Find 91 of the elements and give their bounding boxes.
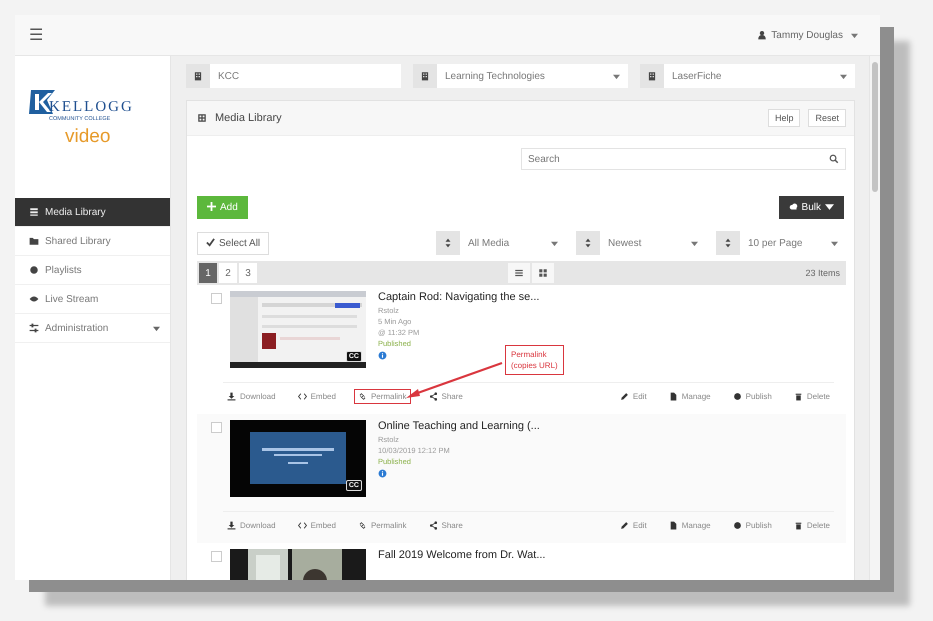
check-icon (206, 238, 215, 246)
select-all-button[interactable]: Select All (197, 232, 270, 254)
building-icon (420, 71, 430, 81)
filter-field[interactable]: KCC (210, 64, 401, 88)
edit-link[interactable]: Edit (616, 389, 651, 404)
caret-icon (851, 32, 858, 38)
download-icon (227, 521, 236, 530)
table-icon (197, 113, 207, 123)
building-icon (647, 71, 657, 81)
download-link[interactable]: Download (223, 389, 280, 404)
code-icon (298, 392, 307, 401)
share-icon (428, 521, 438, 530)
media-title[interactable]: Captain Rod: Navigating the se... (378, 291, 540, 303)
publish-link[interactable]: Publish (728, 389, 776, 404)
code-icon (298, 521, 307, 530)
sidebar-item[interactable]: Media Library (15, 198, 170, 227)
page-button[interactable]: 2 (219, 263, 237, 283)
download-icon (227, 392, 236, 401)
filter-dropdown[interactable]: LaserFiche (664, 64, 855, 88)
delete-link[interactable]: Delete (790, 389, 834, 404)
edit-link[interactable]: Edit (616, 518, 651, 533)
item-count: 23 Items (806, 268, 842, 278)
sort-icon (443, 238, 453, 248)
publish-link[interactable]: Publish (728, 518, 776, 533)
delete-link[interactable]: Delete (790, 518, 834, 533)
panel-title: Media Library (215, 112, 282, 124)
sidebar-item[interactable]: Administration (15, 314, 170, 343)
building-icon (193, 71, 203, 81)
bulk-button[interactable]: Bulk (778, 196, 844, 219)
permalink-link[interactable]: Permalink (354, 518, 411, 533)
trash-icon (794, 392, 803, 401)
sort-icon (583, 238, 593, 248)
share-icon (428, 392, 438, 401)
help-button[interactable]: Help (768, 109, 800, 127)
plus-icon (207, 202, 216, 211)
caret-icon (831, 240, 838, 246)
search-icon (829, 154, 839, 164)
grid-view-button[interactable] (532, 263, 554, 283)
filter-dropdown[interactable]: Learning Technologies (437, 64, 628, 88)
logo-wordmark: KELLOGG (49, 99, 134, 116)
caret-icon (153, 324, 160, 332)
manage-link[interactable]: Manage (664, 518, 715, 533)
trash-icon (794, 521, 803, 530)
sidebar-item[interactable]: Shared Library (15, 227, 170, 256)
reset-button[interactable]: Reset (808, 109, 846, 127)
logo-product: video (65, 126, 112, 148)
info-icon[interactable] (378, 351, 387, 360)
pencil-icon (620, 392, 629, 401)
list-icon (514, 268, 524, 278)
sidebar-item[interactable]: Live Stream (15, 285, 170, 314)
link-icon (358, 521, 367, 530)
permalink-link[interactable]: Permalink (354, 389, 411, 404)
share-link[interactable]: Share (424, 389, 467, 404)
sliders-icon (29, 323, 39, 333)
caret-icon (691, 240, 698, 246)
callout-note: Permalink (copies URL) (505, 345, 564, 375)
add-button[interactable]: Add (197, 196, 248, 219)
manage-link[interactable]: Manage (664, 389, 715, 404)
list-icon (29, 207, 39, 217)
scrollbar[interactable] (869, 56, 880, 580)
media-title[interactable]: Fall 2019 Welcome from Dr. Wat... (378, 549, 546, 561)
link-icon (358, 392, 367, 401)
checkbox[interactable] (211, 293, 222, 304)
folder-icon (29, 236, 39, 246)
checkbox[interactable] (211, 551, 222, 562)
page-button[interactable]: 1 (199, 263, 217, 283)
list-view-button[interactable] (508, 263, 530, 283)
document-icon (668, 521, 678, 530)
info-icon[interactable] (378, 469, 387, 478)
menu-button[interactable]: ☰ (29, 25, 43, 45)
eye-icon (29, 294, 39, 304)
embed-link[interactable]: Embed (294, 518, 340, 533)
pencil-icon (620, 521, 629, 530)
caret-icon (613, 72, 620, 80)
download-link[interactable]: Download (223, 518, 280, 533)
person-icon (757, 30, 768, 40)
sort-icon (723, 238, 733, 248)
cloud-icon (788, 202, 798, 211)
media-title[interactable]: Online Teaching and Learning (... (378, 420, 540, 432)
grid-icon (538, 268, 548, 278)
caret-icon (840, 72, 847, 80)
share-link[interactable]: Share (424, 518, 467, 533)
page-button[interactable]: 3 (239, 263, 257, 283)
embed-link[interactable]: Embed (294, 389, 340, 404)
document-icon (668, 392, 678, 401)
checkbox[interactable] (211, 422, 222, 433)
user-menu[interactable]: Tammy Douglas (757, 30, 858, 40)
sidebar-item[interactable]: Playlists (15, 256, 170, 285)
caret-icon (551, 240, 558, 246)
caret-icon (825, 202, 834, 211)
search-field[interactable]: Search (521, 148, 846, 170)
